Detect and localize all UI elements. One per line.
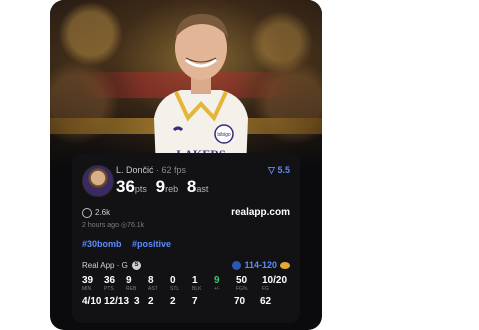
box-fg-pct: 50 FG% [236,275,248,292]
box-reb: 9 REB [126,275,137,292]
post-photo[interactable]: bibigo LAKERS [50,0,322,170]
points-value: 36 [116,177,135,196]
box2-cell: 2 [170,296,176,307]
rating-badge[interactable]: ▽ 5.5 [268,165,290,176]
reaction-icon [82,208,92,218]
likes-count: 2.6k [95,208,111,218]
tag-30bomb[interactable]: #30bomb [82,239,122,249]
likes-row[interactable]: 2.6k [82,208,110,218]
game-source: Real App · G S [82,261,142,271]
fps-score: · 62 fps [156,165,187,175]
assists-unit: ast [196,184,209,194]
player-avatar[interactable] [82,165,114,197]
stat-line: 36pts 9reb 8ast [116,177,212,197]
box2-cell: 62 [260,296,272,307]
box-score-row: 39 MIN 36 PTS 9 REB 8 AST 0 STL 1 BLK 9 +/- 50 F… [82,275,298,292]
player-name-line: L. Dončić · 62 fps [116,165,186,175]
box-blk: 1 BLK [192,275,202,292]
box-pts: 36 PTS [104,275,116,292]
assists-value: 8 [186,177,197,196]
box-min: 39 MIN [82,275,94,292]
box-score-row-2: 4/10 12/13 3 2 2 7 70 62 [82,296,282,307]
game-source-label: Real App · G [82,261,128,270]
box2-cell [214,296,234,307]
svg-text:bibigo: bibigo [217,132,231,138]
post-card[interactable]: bibigo LAKERS L. Dončić · 62 fps ▽ 5.5 3… [50,0,322,330]
box-stl: 0 STL [170,275,180,292]
score-value: 114-120 [244,260,277,270]
box-ast: 8 AST [148,275,158,292]
rebounds-unit: reb [165,184,179,194]
post-meta: 2 hours ago ◎76.1k [82,221,144,229]
stats-panel[interactable]: L. Dončić · 62 fps ▽ 5.5 36pts 9reb 8ast… [72,153,300,323]
box2-cell: 3 [134,296,140,307]
box-plus-minus: 9 +/- [214,275,220,292]
player-name[interactable]: L. Dončić [116,165,154,175]
hashtags: #30bomb #positive [82,239,179,249]
box2-cell: 4/10 [82,296,102,307]
box2-cell: 7 [192,296,198,307]
lakers-logo-icon [280,262,290,270]
rebounds-value: 9 [155,177,166,196]
box2-cell: 12/13 [104,296,130,307]
site-link[interactable]: realapp.com [231,207,290,218]
time-ago: 2 hours ago [82,222,119,229]
player-photo: bibigo LAKERS [154,14,248,170]
game-score[interactable]: 114-120 [232,260,290,271]
season-badge: S [132,261,142,271]
views-count: 76.1k [127,222,145,229]
mavericks-logo-icon [232,261,242,271]
rating-icon: ▽ [268,165,275,175]
points-unit: pts [134,184,147,194]
rating-value: 5.5 [277,165,290,175]
tag-positive[interactable]: #positive [132,239,171,249]
box2-cell: 70 [234,296,246,307]
box-fg: 10/20 FG [262,275,288,292]
box2-cell: 2 [148,296,154,307]
